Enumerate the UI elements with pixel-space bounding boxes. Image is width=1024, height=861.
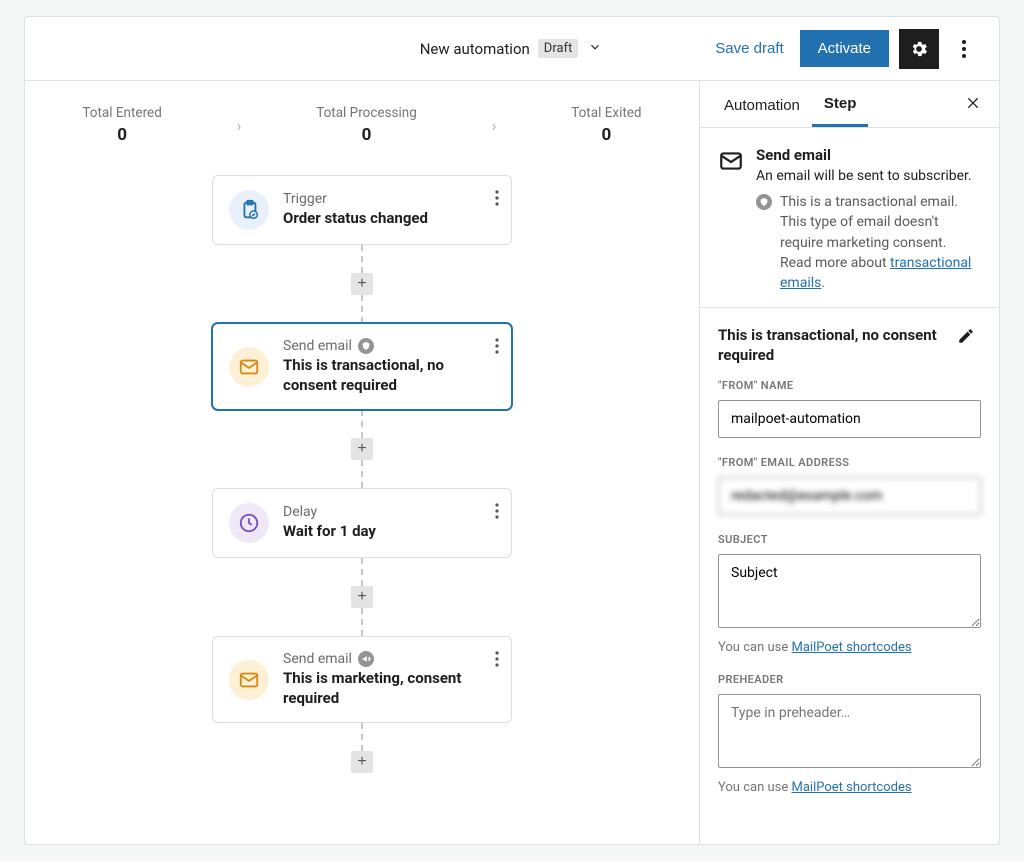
connector (361, 608, 363, 636)
connector (361, 460, 363, 488)
step-type-label: Trigger (283, 191, 495, 207)
add-step-button[interactable]: + (351, 273, 373, 295)
field-label: "FROM" EMAIL ADDRESS (718, 456, 981, 469)
mail-icon (229, 347, 269, 387)
field-label: SUBJECT (718, 533, 981, 546)
gear-icon (909, 39, 929, 59)
subject-input[interactable] (718, 554, 981, 628)
step-type-label: Send email (283, 338, 495, 354)
step-card-delay[interactable]: Delay Wait for 1 day (212, 488, 512, 558)
step-title: This is marketing, consent required (283, 669, 495, 708)
stat-label: Total Exited (571, 105, 641, 121)
step-more-button[interactable] (491, 186, 503, 213)
sidebar-step-title: Send email (756, 146, 981, 164)
stat-value: 0 (82, 125, 161, 145)
transactional-badge-icon (358, 338, 374, 354)
helper-text: You can use MailPoet shortcodes (718, 780, 981, 795)
from-email-input[interactable] (718, 477, 981, 515)
step-info-section: Send email An email will be sent to subs… (700, 128, 999, 308)
add-step-button[interactable]: + (351, 586, 373, 608)
helper-text: You can use MailPoet shortcodes (718, 640, 981, 655)
preheader-field: PREHEADER You can use MailPoet shortcode… (718, 673, 981, 795)
shortcodes-link[interactable]: MailPoet shortcodes (791, 780, 911, 795)
step-card-trigger[interactable]: Trigger Order status changed (212, 175, 512, 245)
sidebar-close-button[interactable] (959, 89, 987, 120)
clock-icon (229, 503, 269, 543)
step-card-send-email[interactable]: Send email This is transactional, no con… (212, 323, 512, 410)
stat-value: 0 (316, 125, 417, 145)
step-more-button[interactable] (491, 499, 503, 526)
connector (361, 245, 363, 273)
activate-button[interactable]: Activate (800, 30, 889, 67)
from-name-input[interactable] (718, 400, 981, 438)
info-badge-icon (756, 194, 772, 210)
add-step-button[interactable]: + (351, 751, 373, 773)
mail-icon (229, 660, 269, 700)
step-title: This is transactional, no consent requir… (283, 356, 495, 395)
stat-exited: Total Exited 0 (571, 105, 641, 145)
stat-label: Total Entered (82, 105, 161, 121)
mail-icon (718, 148, 744, 178)
field-label: PREHEADER (718, 673, 981, 686)
step-card-send-email[interactable]: Send email This is marketing, consent re… (212, 636, 512, 723)
settings-button[interactable] (899, 29, 939, 69)
top-toolbar: New automation Draft Save draft Activate (25, 17, 999, 81)
automation-title: New automation (420, 40, 530, 58)
sidebar-step-description: An email will be sent to subscriber. (756, 168, 981, 184)
toolbar-more-button[interactable] (949, 29, 979, 69)
step-title: Wait for 1 day (283, 522, 495, 542)
email-name-title: This is transactional, no consent requir… (718, 326, 938, 365)
tab-step[interactable]: Step (812, 81, 869, 127)
stat-label: Total Processing (316, 105, 417, 121)
chevron-right-icon: › (237, 116, 242, 135)
from-name-field: "FROM" NAME (718, 379, 981, 438)
save-draft-button[interactable]: Save draft (709, 39, 789, 58)
step-type-label: Delay (283, 504, 495, 520)
step-sidebar: Automation Step Send email An email will… (699, 81, 999, 844)
connector (361, 558, 363, 586)
edit-email-button[interactable] (951, 326, 981, 349)
step-more-button[interactable] (491, 647, 503, 674)
chevron-down-icon (588, 40, 602, 54)
field-label: "FROM" NAME (718, 379, 981, 392)
step-type-label: Send email (283, 651, 495, 667)
connector (361, 410, 363, 438)
step-title: Order status changed (283, 209, 495, 229)
preheader-input[interactable] (718, 694, 981, 768)
trigger-icon (229, 190, 269, 230)
automation-canvas: Total Entered 0 › Total Processing 0 › T… (25, 81, 699, 844)
title-dropdown-button[interactable] (586, 38, 604, 59)
status-chip: Draft (538, 39, 579, 58)
subject-field: SUBJECT You can use MailPoet shortcodes (718, 533, 981, 655)
close-icon (965, 95, 981, 111)
connector (361, 295, 363, 323)
shortcodes-link[interactable]: MailPoet shortcodes (791, 640, 911, 655)
transactional-info: This is a transactional email. This type… (756, 192, 981, 293)
pencil-icon (957, 327, 975, 345)
add-step-button[interactable]: + (351, 438, 373, 460)
stat-value: 0 (571, 125, 641, 145)
connector (361, 723, 363, 751)
chevron-right-icon: › (492, 116, 497, 135)
stats-row: Total Entered 0 › Total Processing 0 › T… (45, 105, 679, 145)
sidebar-tabs: Automation Step (700, 81, 999, 128)
tab-automation[interactable]: Automation (712, 83, 812, 126)
from-email-field: "FROM" EMAIL ADDRESS (718, 456, 981, 515)
stat-processing: Total Processing 0 (316, 105, 417, 145)
marketing-badge-icon (358, 651, 374, 667)
step-more-button[interactable] (491, 334, 503, 361)
kebab-icon (962, 40, 966, 58)
stat-entered: Total Entered 0 (82, 105, 161, 145)
